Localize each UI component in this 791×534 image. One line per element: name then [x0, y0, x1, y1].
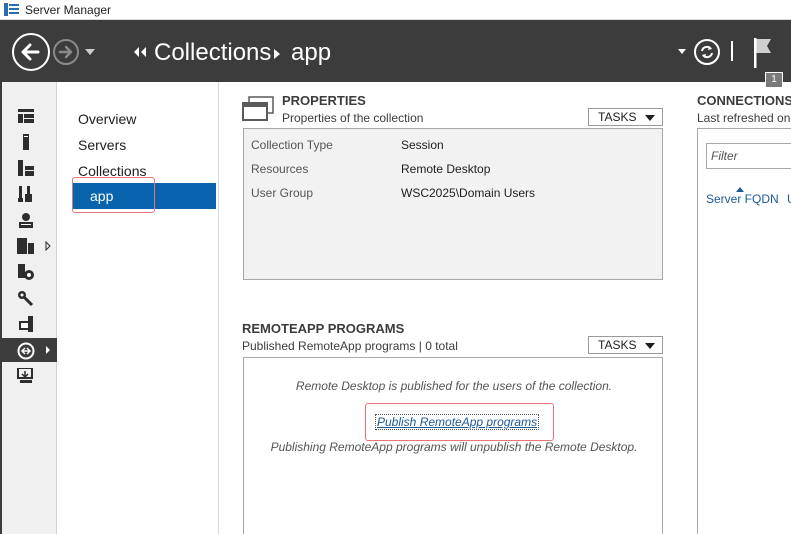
- window-title-bar: Server Manager: [0, 0, 791, 20]
- rail-wsus[interactable]: [0, 312, 57, 336]
- rail-file-services[interactable]: [0, 182, 57, 206]
- remote-access-icon: [17, 342, 35, 360]
- refresh-button[interactable]: [694, 39, 720, 65]
- connections-filter-input[interactable]: [711, 145, 791, 167]
- chevron-down-icon: [645, 115, 655, 121]
- refresh-icon: [701, 45, 713, 59]
- expand-arrow-icon[interactable]: [45, 345, 51, 355]
- annotation-highlight-box: [72, 177, 155, 213]
- breadcrumb-app[interactable]: app: [291, 39, 331, 67]
- breadcrumb-separator-icon: [274, 49, 280, 59]
- dashboard-icon: [18, 109, 34, 123]
- all-servers-icon: [18, 160, 34, 176]
- properties-panel: Collection Type Session Resources Remote…: [243, 128, 663, 280]
- remoteapp-panel: Remote Desktop is published for the user…: [243, 357, 663, 534]
- chevron-down-icon: [645, 343, 655, 349]
- remoteapp-message: Remote Desktop is published for the user…: [295, 379, 613, 393]
- filter-box: [706, 143, 791, 169]
- window-left-edge: [0, 82, 2, 534]
- iis-icon: [19, 213, 33, 228]
- history-dropdown-icon[interactable]: [84, 48, 96, 56]
- arrow-right-icon: [58, 45, 73, 59]
- tasks-label: TASKS: [598, 110, 637, 124]
- column-header-server-fqdn[interactable]: Server FQDN: [706, 192, 779, 206]
- prop-label-user-group: User Group: [251, 186, 314, 200]
- properties-section-icon: [242, 96, 274, 121]
- backup-icon: [17, 368, 33, 383]
- breadcrumb-collections[interactable]: Collections: [154, 39, 271, 67]
- prop-value-resources: Remote Desktop: [401, 162, 491, 176]
- nav-item-servers[interactable]: Servers: [78, 137, 126, 153]
- remote-desktop-icon: [17, 238, 34, 254]
- notification-count-badge: 1: [765, 72, 783, 88]
- tools-icon: [18, 291, 34, 306]
- wsus-icon: [19, 316, 33, 332]
- arrow-left-icon: [21, 43, 40, 61]
- rail-backup[interactable]: [0, 364, 57, 388]
- prop-label-collection-type: Collection Type: [251, 138, 333, 152]
- rail-local-server[interactable]: [0, 130, 57, 154]
- back-button[interactable]: [12, 33, 50, 71]
- navigation-panel: Overview Servers Collections app: [57, 82, 219, 534]
- prop-value-user-group: WSC2025\Domain Users: [401, 186, 536, 200]
- prop-value-collection-type: Session: [401, 138, 444, 152]
- file-services-icon: [18, 186, 32, 202]
- window-title: Server Manager: [25, 3, 112, 17]
- rail-iis[interactable]: [0, 208, 57, 232]
- rail-remote-desktop-services[interactable]: [0, 234, 57, 258]
- connections-subtitle: Last refreshed on: [697, 111, 791, 125]
- icon-rail: [0, 82, 57, 534]
- remoteapp-subtitle: Published RemoteApp programs | 0 total: [242, 339, 458, 353]
- rail-tools[interactable]: [0, 286, 57, 310]
- tasks-label: TASKS: [598, 338, 637, 352]
- expand-arrow-icon[interactable]: [45, 241, 51, 251]
- connections-panel: Server FQDN U: [697, 128, 791, 534]
- nav-item-overview[interactable]: Overview: [78, 111, 136, 127]
- forward-button[interactable]: [53, 39, 79, 65]
- local-server-icon: [23, 134, 29, 150]
- header-divider: [731, 41, 733, 61]
- remoteapp-tasks-button[interactable]: TASKS: [588, 336, 663, 354]
- prop-label-resources: Resources: [251, 162, 309, 176]
- connections-title: CONNECTIONS: [697, 93, 791, 108]
- properties-subtitle: Properties of the collection: [282, 111, 424, 125]
- properties-title: PROPERTIES: [282, 93, 366, 108]
- rail-all-servers[interactable]: [0, 156, 57, 180]
- print-services-icon: [18, 264, 34, 280]
- rail-remote-access[interactable]: [0, 338, 57, 362]
- refresh-dropdown-icon[interactable]: [677, 49, 687, 55]
- column-header-user[interactable]: U: [787, 192, 791, 206]
- annotation-highlight-box: [365, 403, 554, 441]
- rail-print-services[interactable]: [0, 260, 57, 284]
- server-manager-icon: [4, 3, 19, 16]
- properties-tasks-button[interactable]: TASKS: [588, 108, 663, 126]
- remoteapp-note: Publishing RemoteApp programs will unpub…: [270, 440, 638, 454]
- header-bar: Collections app 1: [0, 20, 791, 88]
- remoteapp-title: REMOTEAPP PROGRAMS: [242, 321, 405, 336]
- breadcrumb-overflow-icon[interactable]: [132, 46, 148, 58]
- rail-dashboard[interactable]: [0, 104, 57, 128]
- notifications-flag-icon[interactable]: [751, 36, 783, 72]
